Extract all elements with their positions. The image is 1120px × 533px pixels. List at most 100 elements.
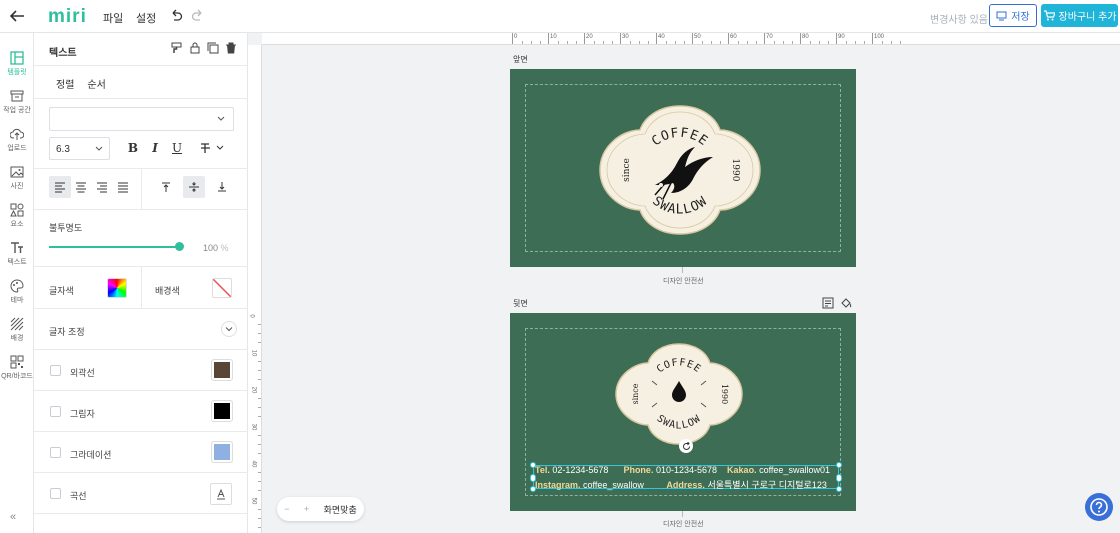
undo-icon[interactable] [169,9,183,23]
redo-icon[interactable] [191,9,205,23]
nav-workspace[interactable]: 작업 공간 [0,85,34,121]
bold-button[interactable]: B [126,141,140,155]
shapes-icon [10,203,24,217]
opacity-label: 불투명도 [49,223,83,233]
align-right-button[interactable] [91,176,113,198]
shadow-color-swatch[interactable] [212,401,232,421]
upload-icon [10,128,24,140]
photo-icon [10,166,24,178]
paint-format-icon[interactable] [171,42,183,54]
valign-bottom-button[interactable] [211,176,233,198]
ruler-h-tick: 50 [694,34,701,40]
resize-handle-r[interactable] [836,474,842,482]
expand-spacing-button[interactable] [221,321,237,337]
ruler-v-minor [258,416,261,417]
paint-bucket-icon[interactable] [840,297,852,309]
nav-qr[interactable]: QR/바코드 [0,351,34,387]
nav-theme[interactable]: 테마 [0,275,34,311]
save-status: 변경사항 있음 [930,15,988,26]
back-arrow-icon[interactable] [8,8,26,24]
left-nav: 템플릿 작업 공간 업로드 사진 요소 텍스트 테마 배경 QR/바코드 « [0,33,34,533]
italic-button[interactable]: I [148,141,162,155]
ruler-h-minor [792,41,793,44]
valign-top-button[interactable] [155,176,177,198]
ruler-h-minor [774,41,775,44]
chevron-down-icon [225,327,233,332]
align-justify-button[interactable] [112,176,134,198]
outline-color-swatch[interactable] [212,360,232,380]
nav-upload[interactable]: 업로드 [0,123,34,159]
contact-line-1[interactable]: Tel. 02-1234-5678 Phone. 010-1234-5678 K… [535,465,830,475]
shadow-checkbox[interactable] [50,406,61,417]
ruler-h-major [548,33,549,44]
valign-bottom-icon [218,182,226,192]
bg-color-swatch[interactable] [212,278,232,298]
archive-icon [10,90,24,102]
ruler-h-major [800,33,801,44]
collapse-panel-button[interactable]: « [10,511,16,523]
ruler-h-tick: 70 [766,34,773,40]
outline-checkbox[interactable] [50,365,61,376]
nav-elements[interactable]: 요소 [0,199,34,235]
nav-background[interactable]: 배경 [0,313,34,349]
align-left-button[interactable] [49,176,71,198]
ruler-v-minor [258,435,261,436]
nav-template[interactable]: 템플릿 [0,47,34,83]
nav-label: 사진 [10,183,24,190]
contact-line-2[interactable]: Instagram. coffee_swallow Address. 서울특별시… [535,478,827,491]
ruler-v-minor [258,324,261,325]
opacity-slider-handle[interactable] [175,242,184,251]
ruler-h-minor [612,41,613,44]
coffee-swallow-logo[interactable]: COFFEE SWALLOW since 1990 [595,103,765,237]
nav-text[interactable]: 텍스트 [0,237,34,273]
chevron-down-icon [95,146,103,151]
align-center-button[interactable] [70,176,92,198]
front-card[interactable]: COFFEE SWALLOW since 1990 [510,69,856,267]
opacity-slider[interactable] [49,246,179,248]
nav-label: 템플릿 [7,69,27,76]
strikethrough-dropdown-icon[interactable] [200,141,224,155]
curved-text-icon [217,488,225,500]
resize-handle-tr[interactable] [836,462,842,468]
add-to-cart-button[interactable]: 장바구니 추가 [1041,4,1118,27]
valign-middle-button[interactable] [183,176,205,198]
text-color-swatch[interactable] [107,278,127,298]
nav-label: 업로드 [7,145,27,152]
app-logo[interactable]: miri [48,6,87,28]
gradient-checkbox[interactable] [50,447,61,458]
memo-icon[interactable] [822,297,834,309]
underline-button[interactable]: U [170,141,184,155]
curve-label: 곡선 [70,491,87,501]
rotate-handle[interactable] [679,439,693,453]
ruler-h-minor [810,41,811,44]
tab-order[interactable]: 순서 [87,76,105,91]
trash-icon[interactable] [225,42,237,54]
ruler-v-tick: 10 [250,349,257,357]
resize-handle-br[interactable] [836,486,842,492]
menu-settings[interactable]: 설정 [136,10,156,26]
copy-icon[interactable] [207,42,219,54]
help-button[interactable] [1085,493,1113,521]
save-button[interactable]: 저장 [989,4,1037,27]
tab-align[interactable]: 정렬 [56,76,74,91]
nav-label: 테마 [10,297,24,304]
curve-text-button[interactable] [210,483,232,505]
zoom-controls: − + 화면맞춤 [277,497,364,521]
ruler-h-minor [702,41,703,44]
text-color-label: 글자색 [49,286,74,296]
font-size-select[interactable]: 6.3 [49,137,110,160]
font-family-select[interactable] [49,107,234,131]
zoom-in-button[interactable]: + [304,504,309,514]
ruler-h-minor [675,41,676,44]
menu-file[interactable]: 파일 [103,10,123,26]
fit-screen-button[interactable]: 화면맞춤 [324,503,357,516]
zoom-out-button[interactable]: − [284,504,289,514]
lock-icon[interactable] [189,42,201,54]
align-center-icon [76,182,86,193]
gradient-color-swatch[interactable] [212,442,232,462]
ruler-v-tick: 50 [250,497,257,505]
curve-checkbox[interactable] [50,488,61,499]
nav-photo[interactable]: 사진 [0,161,34,197]
rotate-icon [682,441,690,450]
coffee-swallow-logo-back[interactable]: COFFEE SWALLOW since 1990 [612,341,746,447]
